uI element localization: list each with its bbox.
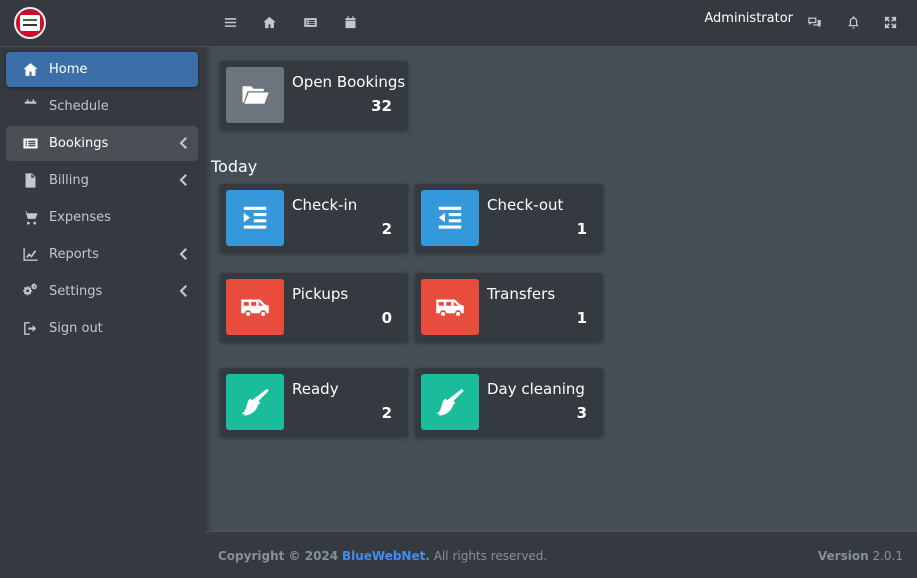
broom-icon (421, 374, 479, 430)
sidebar-item-settings[interactable]: Settings (6, 274, 198, 309)
box-value: 1 (576, 220, 587, 238)
box-title: Transfers (487, 285, 556, 303)
brand-area (0, 0, 205, 47)
sidebar-nav: Home Schedule Bookings Billing Expenses … (0, 52, 205, 348)
top-navbar: Administrator (205, 0, 917, 47)
chart-line-icon (21, 246, 39, 264)
home-icon[interactable] (260, 13, 278, 31)
ready-box[interactable]: Ready 2 (220, 368, 408, 437)
indent-icon (226, 190, 284, 246)
sidebar-item-sign-out[interactable]: Sign out (6, 311, 198, 346)
user-name[interactable]: Administrator (704, 11, 793, 26)
sidebar-item-billing[interactable]: Billing (6, 163, 198, 198)
sidebar-item-label: Bookings (49, 136, 109, 151)
box-value: 2 (381, 404, 392, 422)
box-value: 32 (371, 97, 392, 115)
chevron-left-icon (178, 137, 188, 149)
main-content: Open Bookings 32 Today Check-in 2 Check-… (205, 47, 917, 531)
pickups-box[interactable]: Pickups 0 (220, 273, 408, 342)
version-label: Version (817, 549, 869, 563)
sidebar-item-label: Reports (49, 247, 99, 262)
version-value: 2.0.1 (872, 549, 903, 563)
sidebar-item-label: Expenses (49, 210, 111, 225)
sidebar-item-expenses[interactable]: Expenses (6, 200, 198, 235)
sidebar-item-label: Home (49, 62, 88, 77)
copyright: Copyright © 2024 BlueWebNet. All rights … (218, 549, 547, 563)
box-value: 1 (576, 309, 587, 327)
box-title: Day cleaning (487, 380, 585, 398)
fullscreen-icon[interactable] (881, 13, 899, 31)
outdent-icon (421, 190, 479, 246)
sidebar-item-reports[interactable]: Reports (6, 237, 198, 272)
sidebar-item-schedule[interactable]: Schedule (6, 89, 198, 124)
box-title: Pickups (292, 285, 349, 303)
sign-out-icon (21, 320, 39, 338)
box-title: Check-in (292, 196, 358, 214)
chat-icon[interactable] (805, 13, 823, 31)
sidebar: Home Schedule Bookings Billing Expenses … (0, 0, 205, 578)
list-card-icon (21, 135, 39, 153)
sidebar-item-label: Settings (49, 284, 103, 299)
copyright-prefix: Copyright © 2024 (218, 549, 339, 563)
sidebar-item-label: Sign out (49, 321, 103, 336)
today-heading: Today (211, 157, 258, 176)
file-invoice-icon (21, 172, 39, 190)
box-value: 0 (381, 309, 392, 327)
chevron-left-icon (178, 285, 188, 297)
hotel-logo-icon[interactable] (14, 7, 46, 39)
box-value: 3 (576, 404, 587, 422)
check-out-box[interactable]: Check-out 1 (415, 184, 603, 253)
broom-icon (226, 374, 284, 430)
calendar-icon[interactable] (341, 13, 359, 31)
transfers-box[interactable]: Transfers 1 (415, 273, 603, 342)
box-title: Ready (292, 380, 339, 398)
rights-text: All rights reserved. (433, 549, 548, 563)
chevron-left-icon (178, 174, 188, 186)
shuttle-van-icon (421, 279, 479, 335)
box-title: Check-out (487, 196, 564, 214)
sidebar-item-home[interactable]: Home (6, 52, 198, 87)
menu-icon[interactable] (221, 13, 239, 31)
list-card-icon[interactable] (301, 13, 319, 31)
version-info: Version 2.0.1 (818, 549, 903, 563)
home-icon (21, 61, 39, 79)
cogs-icon (21, 283, 39, 301)
footer: Copyright © 2024 BlueWebNet. All rights … (205, 531, 917, 578)
check-in-box[interactable]: Check-in 2 (220, 184, 408, 253)
sidebar-item-label: Schedule (49, 99, 109, 114)
box-value: 2 (381, 220, 392, 238)
folder-open-icon (226, 67, 284, 123)
sidebar-item-bookings[interactable]: Bookings (6, 126, 198, 161)
brand-link[interactable]: BlueWebNet. (342, 549, 430, 563)
sidebar-item-label: Billing (49, 173, 89, 188)
chevron-left-icon (178, 248, 188, 260)
box-title: Open Bookings (292, 73, 406, 91)
day-cleaning-box[interactable]: Day cleaning 3 (415, 368, 603, 437)
open-bookings-box[interactable]: Open Bookings 32 (220, 61, 408, 130)
shuttle-van-icon (226, 279, 284, 335)
cart-icon (21, 209, 39, 227)
bell-icon[interactable] (844, 13, 862, 31)
calendar-icon (21, 98, 39, 116)
